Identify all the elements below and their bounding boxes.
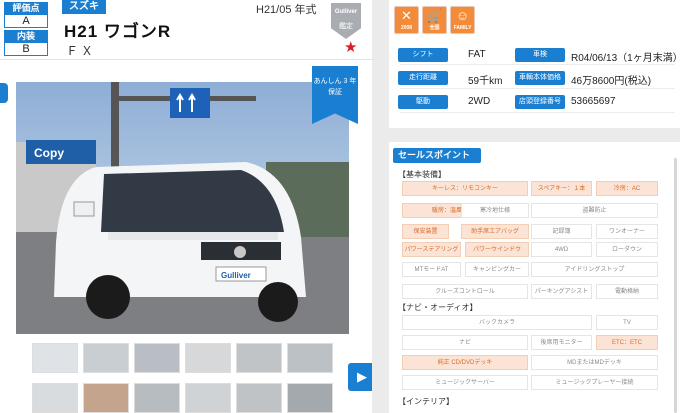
sales-point-chip: ナビ — [402, 335, 528, 350]
appraisal-label: 鑑定 — [339, 23, 353, 30]
sales-point-chip: アイドリングストップ — [531, 262, 658, 277]
column-gap — [372, 0, 386, 413]
sales-point-chip: パーキングアシスト — [531, 284, 592, 299]
spec-label: 店頭登録番号 — [515, 95, 565, 109]
sales-point-chip: ミュージックプレーヤー接続 — [531, 375, 658, 390]
vehicle-header: 評価点 A 内装 B スズキ H21 ワゴンR ＦＸ H21/05 年式 Gul… — [0, 0, 372, 60]
spec-row-divider — [400, 64, 675, 65]
family-icon: ☺ FAMILY — [450, 6, 475, 34]
sales-point-chip: パワーウインドウ — [465, 242, 529, 257]
award-2008-icon: ✕ 2008 — [394, 6, 419, 34]
favorite-star-icon[interactable]: ★ — [344, 40, 357, 55]
spec-value: 2WD — [468, 96, 491, 107]
sales-point-chip: キーレス：リモコンキー — [402, 181, 528, 196]
spec-value: 46万8600円(税込) — [571, 76, 652, 87]
photo-thumbnail[interactable] — [134, 383, 180, 413]
grade: ＦＸ — [66, 44, 97, 58]
family-icon-glyph: ☺ — [455, 8, 470, 23]
sales-point-chip: 保安装置 — [402, 224, 449, 239]
spec-label: シフト — [398, 48, 448, 62]
sales-point-chip: パワーステアリング — [402, 242, 461, 257]
sales-point-chip: 盗難防止 — [531, 203, 658, 218]
spec-label: 走行距離 — [398, 71, 448, 85]
spec-value: FAT — [468, 49, 486, 60]
photo-thumbnail[interactable] — [236, 343, 282, 373]
cart-icon-label: 全国 — [429, 25, 440, 31]
spec-value: R04/06/13（1ヶ月末満） — [571, 53, 680, 64]
model-year: H21/05 年式 — [256, 4, 317, 16]
photo-thumbnail[interactable] — [134, 343, 180, 373]
sales-point-chip: 純正 CD/DVDデッキ — [402, 355, 528, 370]
sales-point-chip: 寒冷地仕様 — [461, 203, 529, 218]
category-navi: 【ナビ・オーディオ】 — [398, 303, 478, 312]
appraisal-shield-icon: Gulliver 鑑定 — [331, 3, 361, 39]
gallery-side-tab[interactable] — [0, 83, 8, 103]
sales-point-chip: MTモードAT — [402, 262, 461, 277]
photo-thumbnail[interactable] — [185, 343, 231, 373]
badge-value-score: A — [4, 14, 48, 28]
cart-icon-glyph: 🛒 — [426, 8, 443, 23]
photo-thumbnail[interactable] — [32, 343, 78, 373]
photo-thumbnail[interactable] — [185, 383, 231, 413]
category-basic: 【基本装備】 — [398, 170, 446, 179]
sales-point-chip: ローダウン — [596, 242, 658, 257]
category-interior: 【インテリア】 — [398, 397, 454, 406]
scrollbar[interactable] — [674, 158, 677, 413]
sales-point-chip: 4WD — [531, 242, 592, 257]
sales-point-chip: ミュージックサーバー — [402, 375, 528, 390]
sales-point-chip: ワンオーナー — [596, 224, 658, 239]
sales-point-chip: キャンピングカー — [465, 262, 529, 277]
badge-label-interior: 内装 — [4, 30, 48, 42]
photo-thumbnail[interactable] — [83, 383, 129, 413]
svg-text:Gulliver: Gulliver — [221, 271, 251, 280]
main-photo[interactable]: Copy Gulliver — [16, 82, 349, 334]
car-photo-illustration: Copy Gulliver — [16, 82, 349, 334]
spec-label: 車輌本体価格 — [515, 71, 565, 85]
spec-row-divider — [400, 88, 675, 89]
appraisal-logo: Gulliver — [334, 9, 358, 15]
sales-point-chip: 後席用モニター — [531, 335, 592, 350]
evaluation-badges: 評価点 A 内装 B — [4, 2, 48, 58]
sales-point-chip: 電動格納 — [596, 284, 658, 299]
svg-text:Copy: Copy — [34, 146, 64, 160]
maker-tag: スズキ — [62, 0, 106, 14]
sales-point-chip: バックカメラ — [402, 315, 592, 330]
vehicle-card: 評価点 A 内装 B スズキ H21 ワゴンR ＦＸ H21/05 年式 Gul… — [0, 0, 376, 413]
badge-label-score: 評価点 — [4, 2, 48, 14]
sales-point-chip: クルーズコントロール — [402, 284, 528, 299]
sales-point-chip: 記録簿 — [531, 224, 592, 239]
spec-label: 駆動 — [398, 95, 448, 109]
spec-value: 53665697 — [571, 96, 616, 107]
spec-label: 車検 — [515, 48, 565, 62]
spec-value: 59千km — [468, 76, 503, 87]
photo-thumbnail[interactable] — [236, 383, 282, 413]
sales-point-title: セールスポイント — [393, 148, 481, 163]
family-icon-label: FAMILY — [453, 25, 472, 31]
photo-thumbnail[interactable] — [287, 383, 333, 413]
photo-thumbnail[interactable] — [32, 383, 78, 413]
model-name: H21 ワゴンR — [64, 22, 172, 41]
sales-point-chip: スペアキー：１本 — [531, 181, 592, 196]
cart-icon: 🛒 全国 — [422, 6, 447, 34]
sales-point-chip: 冷房：AC — [596, 181, 658, 196]
photo-thumbnail[interactable] — [287, 343, 333, 373]
badge-value-interior: B — [4, 42, 48, 56]
sales-point-chip: 助手席エアバッグ — [461, 224, 529, 239]
sales-point-chip: TV — [596, 315, 658, 330]
page: 評価点 A 内装 B スズキ H21 ワゴンR ＦＸ H21/05 年式 Gul… — [0, 0, 680, 413]
spec-row-divider — [400, 112, 675, 113]
award-2008-icon-label: 2008 — [400, 25, 413, 31]
sales-point-chip: MDまたはMDデッキ — [531, 355, 658, 370]
sales-point-chip: ETC：ETC — [596, 335, 658, 350]
award-2008-icon-glyph: ✕ — [401, 8, 412, 23]
photo-thumbnail[interactable] — [83, 343, 129, 373]
